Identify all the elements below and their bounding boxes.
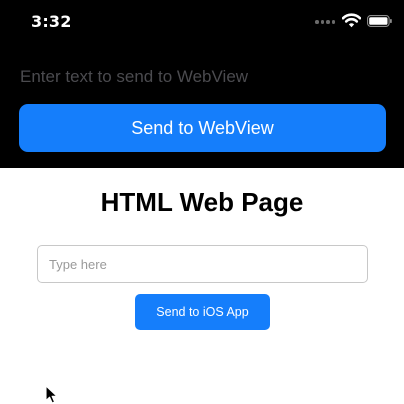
native-text-input[interactable] [20,64,384,90]
send-to-ios-app-label: Send to iOS App [156,305,249,319]
wifi-icon [342,13,361,28]
web-text-input[interactable] [37,245,368,283]
app-screen: 3:32 Send to WebView HTML Web Page Send … [0,0,404,404]
cellular-dots-icon [315,20,335,26]
send-to-webview-button[interactable]: Send to WebView [19,104,386,152]
web-page-title: HTML Web Page [100,187,304,217]
battery-icon [367,15,392,27]
send-to-ios-app-button[interactable]: Send to iOS App [135,294,270,330]
send-to-webview-label: Send to WebView [131,117,274,138]
webview: HTML Web Page Send to iOS App [0,168,404,404]
status-bar: 3:32 [0,0,404,44]
status-time: 3:32 [31,12,72,31]
mouse-cursor-icon [45,385,58,404]
